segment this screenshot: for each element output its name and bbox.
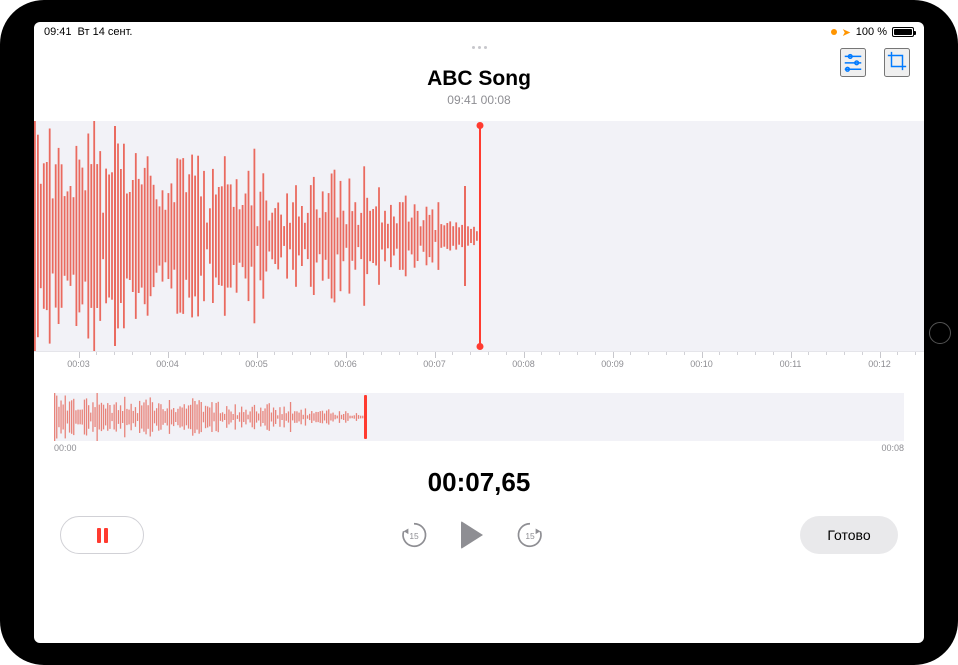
waveform-overview[interactable] (54, 393, 904, 441)
skip-back-15-button[interactable]: 15 (399, 520, 429, 550)
current-time: 00:07,65 (34, 467, 924, 498)
controls-bar: 15 15 Готово (34, 498, 924, 574)
playhead-overview[interactable] (364, 395, 367, 439)
mic-indicator-dot (831, 29, 837, 35)
done-button[interactable]: Готово (800, 516, 898, 554)
home-button[interactable] (929, 322, 951, 344)
status-bar: 09:41 Вт 14 сент. ➤ 100 % (34, 22, 924, 42)
svg-text:15: 15 (525, 531, 535, 541)
battery-percent: 100 % (856, 26, 887, 38)
skip-forward-icon: 15 (515, 520, 545, 550)
pause-icon (97, 528, 108, 543)
waveform-main[interactable] (34, 121, 924, 351)
status-date: Вт 14 сент. (78, 26, 133, 38)
overview-start-time: 00:00 (54, 443, 77, 453)
options-button[interactable] (840, 48, 866, 77)
skip-forward-15-button[interactable]: 15 (515, 520, 545, 550)
ipad-frame: 09:41 Вт 14 сент. ➤ 100 % (0, 0, 958, 665)
skip-back-icon: 15 (399, 520, 429, 550)
play-button[interactable] (461, 521, 483, 549)
crop-icon (886, 50, 908, 72)
trim-button[interactable] (884, 48, 910, 77)
recording-title: ABC Song (34, 67, 924, 91)
sheet-grabber[interactable] (472, 46, 487, 49)
pause-button[interactable] (60, 516, 144, 554)
svg-text:15: 15 (409, 531, 419, 541)
time-ruler: 00:0300:0400:0500:0600:0700:0800:0900:10… (34, 351, 924, 377)
recording-subtitle: 09:41 00:08 (34, 93, 924, 107)
location-icon: ➤ (842, 26, 851, 39)
status-time: 09:41 (44, 26, 72, 38)
waveform-overview-svg (54, 393, 904, 441)
sliders-icon (842, 50, 864, 72)
overview-end-time: 00:08 (881, 443, 904, 453)
playhead-main[interactable] (479, 125, 481, 347)
play-icon (461, 521, 483, 549)
battery-icon (892, 27, 914, 37)
screen: 09:41 Вт 14 сент. ➤ 100 % (34, 22, 924, 643)
